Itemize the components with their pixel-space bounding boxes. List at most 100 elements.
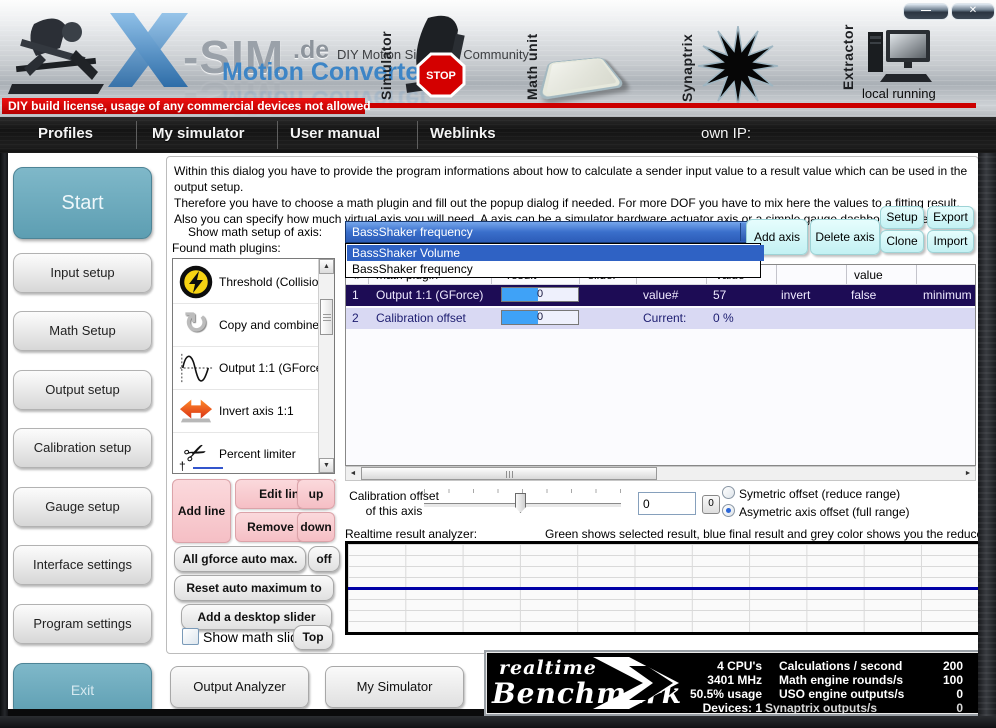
sidebar-calibration-setup-button[interactable]: Calibration setup — [13, 428, 152, 468]
dropdown-option-bassshaker-frequency[interactable]: BassShaker frequency — [347, 261, 764, 277]
line-down[interactable]: down — [297, 512, 335, 542]
import-button[interactable]: Import — [927, 230, 974, 253]
stop-sign-icon: STOP — [416, 52, 466, 98]
instructions-text: Within this dialog you have to provide t… — [174, 163, 974, 227]
rotate-arrow-icon: ↻ — [179, 308, 213, 342]
top-button[interactable]: Top — [293, 625, 333, 650]
close-button[interactable]: ✕ — [951, 3, 995, 20]
math-setup-table: # math plugin result slider value value … — [345, 264, 976, 466]
show-math-sliders-checkbox[interactable] — [182, 628, 199, 645]
station-label-extractor: Extractor — [840, 26, 856, 90]
plugins-scrollbar[interactable]: ▲ ▼ — [318, 259, 334, 473]
bottom-shadow-bar — [8, 709, 486, 716]
station-label-synaptrix: Synaptrix — [679, 26, 695, 102]
scroll-left-icon[interactable]: ◄ — [346, 467, 360, 480]
dropdown-option-bassshaker-volume[interactable]: BassShaker Volume — [347, 245, 764, 261]
offset-zero-button[interactable]: 0 — [702, 495, 720, 514]
cpu-usage: 50.5% usage — [607, 687, 762, 701]
menu-my-simulator[interactable]: My simulator — [152, 125, 245, 142]
window-bottom-edge — [0, 716, 996, 728]
up-button[interactable] — [334, 479, 336, 481]
result-progress-bar: 0 — [501, 287, 579, 302]
add-line-button[interactable]: Add line — [172, 479, 231, 543]
auto-max-off-button[interactable]: off — [308, 546, 340, 572]
setup-button[interactable]: Setup — [880, 206, 924, 229]
found-math-plugins-label: Found math plugins: — [172, 241, 281, 255]
scroll-up-icon[interactable]: ▲ — [319, 259, 334, 274]
sidebar-input-setup-button[interactable]: Input setup — [13, 253, 152, 293]
realtime-analyzer-chart — [345, 541, 981, 635]
scroll-right-icon[interactable]: ► — [961, 467, 975, 480]
table-row-output-gforce[interactable]: 1 Output 1:1 (GForce) 0 value# 57 invert… — [346, 285, 975, 306]
calibration-offset-input[interactable] — [638, 492, 696, 515]
final-result-line — [348, 587, 978, 590]
extractor-computer-icon — [866, 28, 934, 86]
line-up[interactable]: up — [297, 479, 335, 509]
column-header-value2: value — [854, 268, 883, 282]
symetric-offset-radio[interactable] — [722, 486, 735, 499]
window-left-edge — [0, 153, 8, 716]
sidebar-start-button[interactable]: Start — [13, 167, 152, 239]
math-rounds-label: Math engine rounds/s — [779, 673, 903, 687]
partial-slider-icon — [193, 467, 223, 469]
all-gforce-auto-max-button[interactable]: All gforce auto max. on — [174, 546, 306, 572]
synaptrix-outputs-label: Synaptrix outputs/s — [765, 701, 877, 714]
minimize-button[interactable]: — — [903, 3, 949, 20]
uso-outputs-label: USO engine outputs/s — [779, 687, 904, 701]
table-row-calibration-offset[interactable]: 2 Calibration offset 0 Current: 0 % — [346, 308, 975, 329]
synaptrix-starburst-icon — [694, 26, 782, 106]
realtime-benchmark-panel: realtime Benchmark 4 CPU's Calculations … — [484, 650, 988, 716]
xsim-x-logo-icon — [104, 13, 192, 87]
sidebar-math-setup-button[interactable]: Math Setup — [13, 311, 152, 351]
synaptrix-outputs-value: 0 — [931, 701, 963, 714]
table-horizontal-scrollbar[interactable]: ◄ ► — [345, 466, 976, 481]
header-banner: -SIM .de DIY Motion Simulator Community … — [0, 0, 996, 118]
menu-user-manual[interactable]: User manual — [290, 125, 380, 142]
plugin-item-invert-axis[interactable]: Invert axis 1:1 — [173, 390, 319, 433]
asymetric-offset-label: Asymetric axis offset (full range) — [739, 505, 910, 519]
sidebar-gauge-setup-button[interactable]: Gauge setup — [13, 487, 152, 527]
partial-plugin-icon: † — [179, 459, 186, 473]
station-label-simulator: Simulator — [378, 22, 394, 100]
axis-select-dropdown[interactable]: BassShaker frequency ▼ — [345, 221, 761, 243]
motion-converter-window: -SIM .de DIY Motion Simulator Community … — [0, 0, 996, 728]
svg-text:STOP: STOP — [426, 70, 456, 82]
plugin-item-copy-combine[interactable]: ↻ Copy and combine — [173, 304, 319, 347]
local-running-status: local running — [862, 86, 936, 101]
instructions-line-2: Therefore you have to choose a math plug… — [174, 195, 974, 211]
delete-axis-button[interactable]: Delete axis — [810, 219, 880, 255]
export-button[interactable]: Export — [927, 206, 974, 229]
asymetric-offset-radio[interactable] — [722, 504, 735, 517]
show-math-setup-label: Show math setup of axis: — [188, 225, 322, 239]
output-analyzer-button[interactable]: Output Analyzer — [170, 666, 309, 708]
menu-profiles[interactable]: Profiles — [38, 125, 93, 142]
devices-count: Devices: 1 — [607, 701, 762, 714]
calc-per-second-label: Calculations / second — [779, 659, 902, 673]
sine-wave-icon — [179, 351, 213, 385]
reset-auto-maximum-button[interactable]: Reset auto maximum to low — [174, 575, 334, 601]
plugins-scrollbar-thumb[interactable] — [320, 299, 333, 335]
lightning-circle-icon — [179, 265, 213, 299]
menu-separator — [277, 121, 278, 149]
clone-button[interactable]: Clone — [880, 230, 924, 253]
sidebar-output-setup-button[interactable]: Output setup — [13, 370, 152, 410]
license-banner: DIY build license, usage of any commerci… — [2, 98, 365, 114]
scrollbar-thumb[interactable] — [361, 467, 657, 480]
own-ip-label: own IP: — [701, 125, 751, 142]
cpu-count: 4 CPU's — [607, 659, 762, 673]
sidebar-interface-settings-button[interactable]: Interface settings — [13, 545, 152, 585]
menu-separator — [136, 121, 137, 149]
sidebar-program-settings-button[interactable]: Program settings — [13, 604, 152, 644]
axis-dropdown-list: BassShaker Volume BassShaker frequency — [345, 243, 761, 278]
plugin-item-threshold[interactable]: Threshold (Collision) — [173, 261, 319, 304]
invert-arrows-icon — [179, 394, 213, 428]
menu-bar — [0, 117, 996, 153]
station-label-math-unit: Math unit — [524, 28, 540, 100]
slider-tick-marks — [424, 489, 621, 493]
scroll-down-icon[interactable]: ▼ — [319, 458, 334, 473]
menu-separator — [417, 121, 418, 149]
instructions-line-1: Within this dialog you have to provide t… — [174, 163, 974, 195]
plugin-item-output-gforce[interactable]: Output 1:1 (GForce) — [173, 347, 319, 390]
menu-weblinks[interactable]: Weblinks — [430, 125, 496, 142]
my-simulator-button[interactable]: My Simulator — [325, 666, 464, 708]
